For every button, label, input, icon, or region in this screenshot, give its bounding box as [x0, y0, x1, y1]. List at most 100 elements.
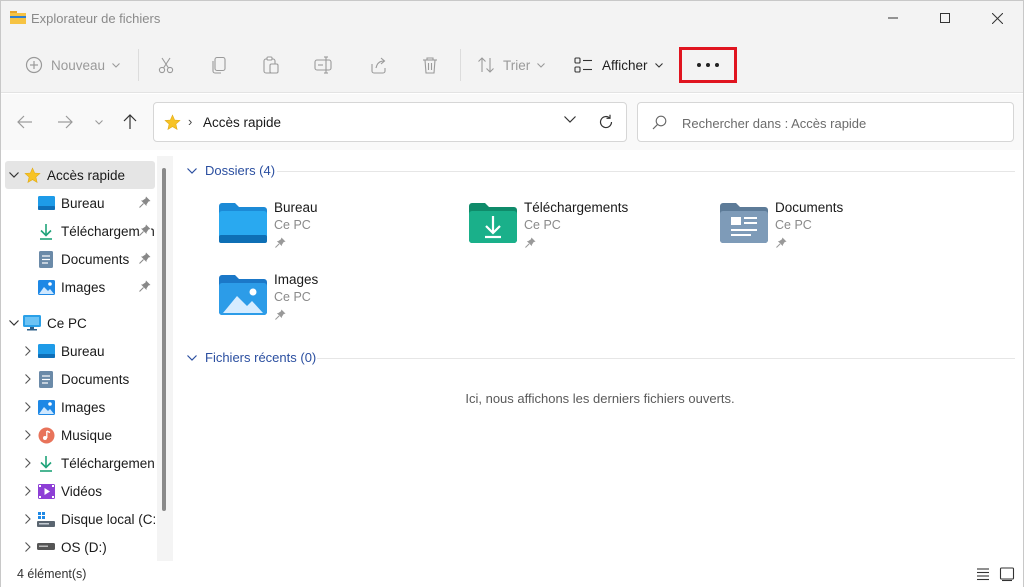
- pin-icon: [275, 309, 286, 320]
- refresh-icon[interactable]: [598, 114, 614, 130]
- folder-name: Documents: [775, 200, 844, 215]
- sidebar-item-label: Accès rapide: [47, 167, 126, 183]
- recent-files-empty-message: Ici, nous affichons les derniers fichier…: [465, 391, 735, 406]
- new-button[interactable]: Nouveau: [25, 37, 120, 93]
- sidebar-item-pc-downloads[interactable]: Téléchargements: [1, 449, 155, 477]
- sidebar-item-pc-documents[interactable]: Documents: [1, 365, 155, 393]
- expand-chevron-icon[interactable]: [19, 374, 37, 384]
- folder-tile-images[interactable]: Images Ce PC: [219, 270, 459, 330]
- trash-icon: [423, 57, 437, 74]
- documents-folder-icon: [720, 203, 768, 243]
- address-bar[interactable]: › Accès rapide: [153, 102, 627, 142]
- folder-location: Ce PC: [274, 218, 311, 232]
- details-view-icon[interactable]: [975, 566, 991, 582]
- collapse-chevron-icon[interactable]: [5, 320, 23, 326]
- copy-button[interactable]: [210, 37, 228, 93]
- folders-group-header[interactable]: Dossiers (4): [187, 163, 275, 178]
- recent-locations-button[interactable]: [87, 110, 111, 134]
- sidebar-scroll-thumb[interactable]: [162, 168, 166, 511]
- maximize-button[interactable]: [921, 1, 969, 35]
- expand-chevron-icon[interactable]: [19, 486, 37, 496]
- expand-chevron-icon[interactable]: [19, 430, 37, 440]
- more-dot: [697, 63, 701, 67]
- search-box[interactable]: Rechercher dans : Accès rapide: [637, 102, 1014, 142]
- pin-icon: [525, 237, 536, 248]
- sidebar-item-label: Vidéos: [61, 483, 103, 499]
- pin-icon: [776, 237, 787, 248]
- status-bar: 4 élément(s): [1, 561, 1023, 587]
- chevron-down-icon: [95, 119, 103, 125]
- computer-icon: [23, 314, 41, 332]
- group-divider: [317, 358, 1015, 359]
- expand-chevron-icon[interactable]: [19, 458, 37, 468]
- pin-icon: [275, 237, 286, 248]
- window-title: Explorateur de fichiers: [31, 11, 161, 26]
- sort-label: Trier: [503, 57, 531, 73]
- sidebar-item-drive-d[interactable]: OS (D:): [1, 533, 155, 561]
- sidebar-item-quick-documents[interactable]: Documents: [1, 245, 155, 273]
- sort-button[interactable]: Trier: [477, 37, 546, 93]
- sidebar-item-pc-music[interactable]: Musique: [1, 421, 155, 449]
- file-explorer-window: Explorateur de fichiers Nouveau Trier Af…: [0, 0, 1024, 587]
- download-icon: [37, 222, 55, 240]
- share-button[interactable]: [369, 37, 387, 93]
- paste-button[interactable]: [262, 37, 280, 93]
- desktop-icon: [37, 342, 55, 360]
- collapse-chevron-icon[interactable]: [5, 172, 23, 178]
- expand-chevron-icon[interactable]: [19, 346, 37, 356]
- sidebar-item-quick-bureau[interactable]: Bureau: [1, 189, 155, 217]
- command-bar: Nouveau Trier Afficher: [1, 37, 1023, 93]
- item-count: 4 élément(s): [17, 567, 87, 581]
- sidebar-item-drive-c[interactable]: Disque local (C:): [1, 505, 155, 533]
- toolbar-separator: [460, 49, 461, 81]
- sidebar-item-quick-images[interactable]: Images: [1, 273, 155, 301]
- plus-circle-icon: [25, 56, 43, 74]
- collapse-chevron-icon: [187, 354, 197, 361]
- expand-chevron-icon[interactable]: [19, 514, 37, 524]
- maximize-icon: [940, 13, 950, 23]
- sidebar-item-quick-access[interactable]: Accès rapide: [5, 161, 155, 189]
- sidebar-item-pc-videos[interactable]: Vidéos: [1, 477, 155, 505]
- scissors-icon: [158, 57, 174, 74]
- pin-icon: [139, 196, 151, 208]
- folder-tile-bureau[interactable]: Bureau Ce PC: [219, 198, 459, 258]
- close-button[interactable]: [973, 1, 1021, 35]
- delete-button[interactable]: [421, 37, 439, 93]
- search-icon: [652, 115, 667, 130]
- desktop-icon: [37, 194, 55, 212]
- recent-files-group-label: Fichiers récents (0): [205, 350, 317, 365]
- see-more-button[interactable]: [679, 47, 737, 83]
- arrow-left-icon: [17, 115, 32, 129]
- expand-chevron-icon[interactable]: [19, 542, 37, 552]
- sidebar-item-this-pc[interactable]: Ce PC: [5, 309, 159, 337]
- folder-tile-documents[interactable]: Documents Ce PC: [720, 198, 960, 258]
- large-icons-view-icon[interactable]: [999, 566, 1015, 582]
- arrow-up-icon: [123, 114, 137, 129]
- view-button[interactable]: Afficher: [574, 37, 663, 93]
- pin-icon: [139, 252, 151, 264]
- sidebar-item-pc-bureau[interactable]: Bureau: [1, 337, 155, 365]
- forward-button[interactable]: [53, 110, 77, 134]
- arrow-right-icon: [58, 115, 73, 129]
- cut-button[interactable]: [157, 37, 175, 93]
- minimize-button[interactable]: [869, 1, 917, 35]
- back-button[interactable]: [13, 110, 37, 134]
- chevron-down-icon: [654, 62, 663, 68]
- sidebar-item-quick-downloads[interactable]: Téléchargements: [1, 217, 155, 245]
- breadcrumb-quick-access[interactable]: Accès rapide: [203, 115, 281, 130]
- recent-files-group-header[interactable]: Fichiers récents (0): [187, 350, 316, 365]
- expand-chevron-icon[interactable]: [19, 402, 37, 412]
- address-dropdown-icon[interactable]: [564, 116, 576, 123]
- sidebar-item-label: Bureau: [61, 343, 105, 359]
- rename-icon: [314, 56, 332, 74]
- pin-icon: [139, 224, 151, 236]
- close-icon: [991, 12, 1003, 24]
- rename-button[interactable]: [314, 37, 334, 93]
- quick-access-star-icon: [164, 114, 181, 131]
- folder-location: Ce PC: [524, 218, 561, 232]
- more-dot: [706, 63, 710, 67]
- folder-tile-downloads[interactable]: Téléchargements Ce PC: [469, 198, 709, 258]
- title-bar: Explorateur de fichiers: [1, 1, 1023, 37]
- up-button[interactable]: [118, 110, 142, 134]
- sidebar-item-pc-images[interactable]: Images: [1, 393, 155, 421]
